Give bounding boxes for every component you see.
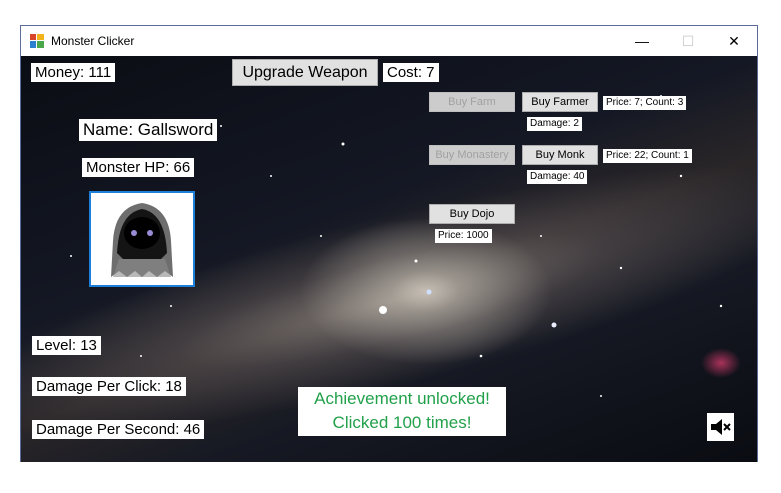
money-label: Money: 111 — [31, 63, 116, 82]
monster-name-label: Name: Gallsword — [79, 119, 218, 141]
damage-per-click-label: Damage Per Click: 18 — [32, 377, 186, 396]
monster-hp-label: Monster HP: 66 — [82, 158, 195, 177]
upgrade-weapon-button[interactable]: Upgrade Weapon — [232, 59, 378, 86]
monk-price-count-label: Price: 22; Count: 1 — [603, 149, 692, 163]
app-icon — [30, 34, 44, 48]
buy-farmer-button[interactable]: Buy Farmer — [522, 92, 598, 112]
damage-per-second-label: Damage Per Second: 46 — [32, 420, 205, 439]
maximize-button[interactable]: ☐ — [665, 26, 711, 56]
buy-monastery-button[interactable]: Buy Monastery — [429, 145, 515, 165]
dojo-price-label: Price: 1000 — [435, 229, 492, 243]
game-area: Money: 111 Upgrade Weapon Cost: 7 Name: … — [21, 56, 757, 462]
app-window: Monster Clicker — ☐ ✕ Money: 111 Upgrade… — [20, 25, 758, 462]
upgrade-cost-label: Cost: 7 — [383, 63, 439, 82]
buy-dojo-button[interactable]: Buy Dojo — [429, 204, 515, 224]
achievement-notification: Achievement unlocked! Clicked 100 times! — [298, 387, 506, 436]
buy-monk-button[interactable]: Buy Monk — [522, 145, 598, 165]
hooded-ghost-monster-icon — [91, 193, 193, 285]
level-label: Level: 13 — [32, 336, 101, 355]
minimize-button[interactable]: — — [619, 26, 665, 56]
monster-image[interactable] — [89, 191, 195, 287]
farmer-damage-label: Damage: 2 — [527, 117, 582, 131]
achievement-detail: Clicked 100 times! — [332, 413, 472, 432]
title-bar: Monster Clicker — ☐ ✕ — [21, 26, 757, 56]
close-button[interactable]: ✕ — [711, 26, 757, 56]
achievement-title: Achievement unlocked! — [314, 389, 490, 408]
farmer-price-count-label: Price: 7; Count: 3 — [603, 96, 687, 110]
mute-button[interactable] — [707, 413, 734, 441]
monk-damage-label: Damage: 40 — [527, 170, 588, 184]
window-title: Monster Clicker — [51, 34, 135, 48]
buy-farm-button[interactable]: Buy Farm — [429, 92, 515, 112]
speaker-muted-icon — [710, 419, 731, 435]
